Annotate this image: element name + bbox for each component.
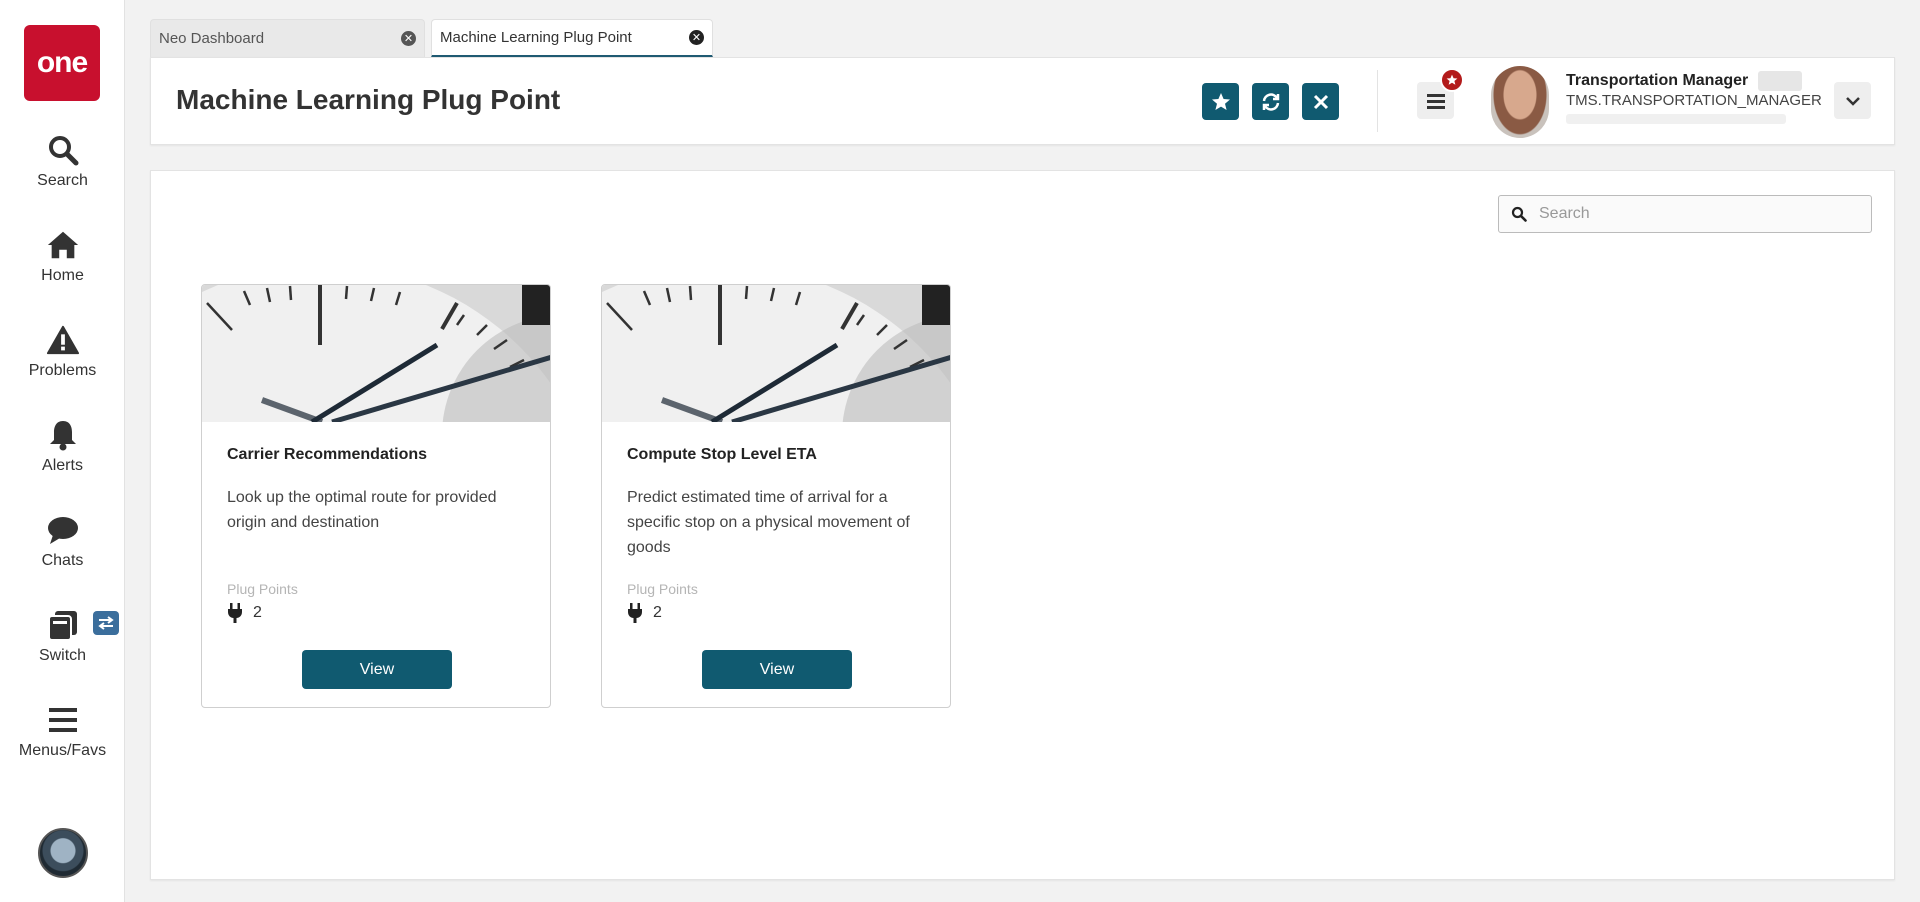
tab-label: Neo Dashboard (159, 30, 265, 47)
card-description: Predict estimated time of arrival for a … (627, 489, 910, 556)
menu-icon (46, 703, 80, 737)
favorite-button[interactable] (1202, 83, 1239, 120)
search-icon (1499, 206, 1539, 222)
sidebar-item-label: Search (37, 172, 88, 189)
refresh-icon (1262, 92, 1279, 111)
redacted-text (1758, 71, 1802, 91)
sidebar-item-problems[interactable]: Problems (0, 323, 125, 380)
user-role: TMS.TRANSPORTATION_MANAGER (1566, 92, 1822, 109)
tab-label: Machine Learning Plug Point (440, 29, 632, 46)
plug-points-value: 2 (253, 604, 262, 621)
plug-points-count: 2 (227, 603, 262, 623)
plug-point-card-carrier-recommendations: Carrier Recommendations Look up the opti… (201, 284, 551, 708)
redacted-text (1566, 114, 1786, 124)
hamburger-icon (1426, 93, 1445, 109)
search-input[interactable] (1539, 196, 1871, 232)
app-logo[interactable]: one (24, 25, 100, 101)
close-tab-icon[interactable]: ✕ (689, 30, 704, 45)
plug-points-value: 2 (653, 604, 662, 621)
page-header: Machine Learning Plug Point Transportati… (150, 57, 1895, 145)
sidebar-item-label: Chats (41, 552, 84, 569)
sidebar: one Search Home Problems Alerts Chats Sw… (0, 0, 125, 902)
warning-icon (46, 323, 80, 357)
tab-machine-learning-plug-point[interactable]: Machine Learning Plug Point ✕ (431, 19, 713, 57)
sidebar-item-label: Switch (38, 647, 87, 664)
user-name: Transportation Manager (1566, 72, 1749, 89)
search-icon (46, 133, 80, 167)
card-title: Compute Stop Level ETA (627, 446, 817, 463)
sidebar-item-chats[interactable]: Chats (0, 513, 125, 570)
user-avatar[interactable] (1491, 66, 1549, 138)
refresh-button[interactable] (1252, 83, 1289, 120)
close-icon (1313, 94, 1328, 109)
view-button[interactable]: View (702, 650, 852, 689)
plug-icon (628, 603, 642, 623)
sidebar-item-label: Alerts (42, 457, 83, 474)
plug-points-label: Plug Points (227, 581, 298, 597)
card-description: Look up the optimal route for provided o… (227, 489, 497, 531)
plug-points-label: Plug Points (627, 581, 698, 597)
sidebar-item-alerts[interactable]: Alerts (0, 418, 125, 475)
close-button[interactable] (1302, 83, 1339, 120)
close-tab-icon[interactable]: ✕ (401, 31, 416, 46)
page-title: Machine Learning Plug Point (176, 84, 561, 115)
main-panel: Carrier Recommendations Look up the opti… (150, 170, 1895, 880)
star-icon (1211, 92, 1230, 110)
tab-neo-dashboard[interactable]: Neo Dashboard ✕ (150, 19, 425, 57)
favorites-badge[interactable] (1440, 68, 1464, 92)
sidebar-item-label: Menus/Favs (18, 742, 107, 759)
chat-icon (46, 513, 80, 547)
home-icon (46, 228, 80, 262)
sidebar-item-search[interactable]: Search (0, 133, 125, 190)
user-menu-dropdown[interactable] (1834, 82, 1871, 119)
switch-icon (46, 608, 80, 642)
sidebar-item-label: Problems (28, 362, 97, 379)
plug-icon (228, 603, 242, 623)
assistant-avatar[interactable] (38, 828, 88, 878)
search-field[interactable] (1498, 195, 1872, 233)
clock-image (202, 285, 550, 422)
sidebar-item-menus-favs[interactable]: Menus/Favs (0, 703, 125, 760)
sidebar-item-label: Home (41, 267, 84, 284)
clock-image (602, 285, 950, 422)
switch-arrows-icon[interactable] (93, 611, 119, 635)
bell-icon (46, 418, 80, 452)
star-icon (1446, 74, 1458, 85)
card-title: Carrier Recommendations (227, 446, 428, 463)
header-divider (1377, 70, 1378, 132)
plug-points-count: 2 (627, 603, 662, 623)
sidebar-item-home[interactable]: Home (0, 228, 125, 285)
view-button[interactable]: View (302, 650, 452, 689)
plug-point-card-compute-stop-level-eta: Compute Stop Level ETA Predict estimated… (601, 284, 951, 708)
chevron-down-icon (1845, 96, 1860, 106)
